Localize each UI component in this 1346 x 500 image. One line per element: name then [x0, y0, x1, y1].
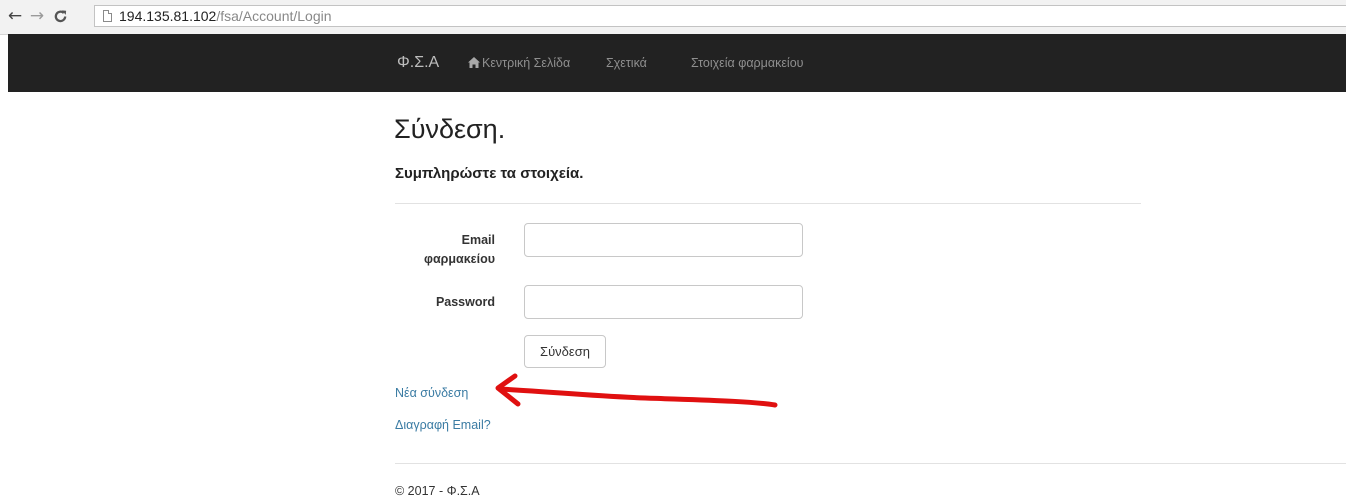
new-login-link[interactable]: Νέα σύνδεση: [395, 385, 468, 401]
divider: [395, 203, 1141, 204]
nav-item-home[interactable]: Κεντρική Σελίδα: [468, 55, 570, 71]
home-icon: [468, 57, 480, 68]
login-button[interactable]: Σύνδεση: [524, 335, 606, 368]
email-label-line2: φαρμακείου: [424, 252, 495, 266]
back-arrow-icon[interactable]: ←: [6, 6, 24, 26]
email-label-line1: Email: [461, 233, 495, 247]
footer-divider: [395, 463, 1346, 464]
red-arrow-annotation: [495, 373, 778, 408]
footer-copyright: © 2017 - Φ.Σ.Α: [395, 484, 480, 498]
page-title: Σύνδεση.: [394, 114, 506, 144]
page-icon: [103, 10, 112, 22]
nav-item-pharmacy-info[interactable]: Στοιχεία φαρμακείου: [691, 55, 804, 71]
reload-icon[interactable]: [51, 6, 69, 26]
forward-arrow-icon[interactable]: →: [28, 6, 46, 26]
site-navbar: Φ.Σ.Α Κεντρική Σελίδα Σχετικά Στοιχεία φ…: [8, 34, 1346, 92]
nav-item-home-label: Κεντρική Σελίδα: [482, 56, 571, 70]
password-label: Password: [435, 295, 495, 309]
email-field[interactable]: [524, 223, 803, 257]
address-bar-url: 194.135.81.102/fsa/Account/Login: [119, 8, 332, 24]
page-subtitle: Συμπληρώστε τα στοιχεία.: [395, 165, 584, 182]
address-bar[interactable]: 194.135.81.102/fsa/Account/Login: [94, 5, 1346, 27]
password-field[interactable]: [524, 285, 803, 319]
browser-toolbar: ← → 194.135.81.102/fsa/Account/Login: [0, 0, 1346, 35]
nav-item-about[interactable]: Σχετικά: [606, 55, 647, 71]
email-label: Email φαρμακείου: [390, 231, 495, 269]
brand-link[interactable]: Φ.Σ.Α: [397, 54, 439, 72]
